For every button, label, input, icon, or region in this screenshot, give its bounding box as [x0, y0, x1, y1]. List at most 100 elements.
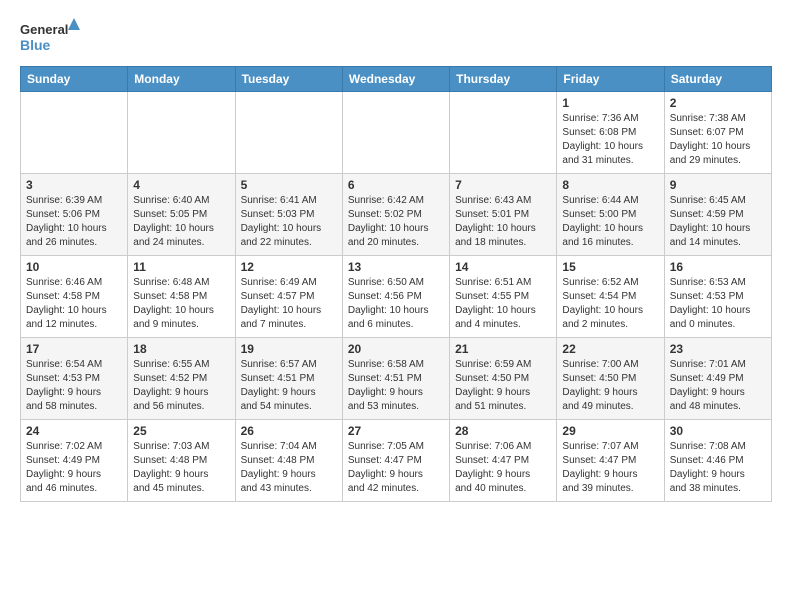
day-number: 13 [348, 260, 444, 274]
day-of-week-header: Tuesday [235, 67, 342, 92]
cell-info: Sunrise: 6:46 AM Sunset: 4:58 PM Dayligh… [26, 276, 122, 332]
calendar-cell [450, 92, 557, 174]
calendar-cell: 30Sunrise: 7:08 AM Sunset: 4:46 PM Dayli… [664, 420, 771, 502]
calendar-cell: 6Sunrise: 6:42 AM Sunset: 5:02 PM Daylig… [342, 174, 449, 256]
day-number: 25 [133, 424, 229, 438]
cell-info: Sunrise: 7:04 AM Sunset: 4:48 PM Dayligh… [241, 440, 337, 496]
calendar-week-row: 24 Sunrise: 7:02 AM Sunset: 4:49 PM Dayli… [21, 420, 772, 502]
day-number: 4 [133, 178, 229, 192]
calendar-cell: 27 Sunrise: 7:05 AM Sunset: 4:47 PM Dayli… [342, 420, 449, 502]
calendar-cell: 4 Sunrise: 6:40 AM Sunset: 5:05 PM Daylig… [128, 174, 235, 256]
calendar-cell: 20 Sunrise: 6:58 AM Sunset: 4:51 PM Dayli… [342, 338, 449, 420]
day-number: 1 [562, 96, 658, 110]
day-number: 14 [455, 260, 551, 274]
day-of-week-header: Sunday [21, 67, 128, 92]
calendar-week-row: 10 Sunrise: 6:46 AM Sunset: 4:58 PM Dayli… [21, 256, 772, 338]
calendar-cell: 13 Sunrise: 6:50 AM Sunset: 4:56 PM Dayli… [342, 256, 449, 338]
calendar-cell: 29Sunrise: 7:07 AM Sunset: 4:47 PM Dayli… [557, 420, 664, 502]
day-number: 30 [670, 424, 766, 438]
calendar-cell: 26Sunrise: 7:04 AM Sunset: 4:48 PM Dayli… [235, 420, 342, 502]
calendar-body: 1 Sunrise: 7:36 AM Sunset: 6:08 PM Daylig… [21, 92, 772, 502]
calendar-cell: 16 Sunrise: 6:53 AM Sunset: 4:53 PM Dayli… [664, 256, 771, 338]
calendar-cell: 22 Sunrise: 7:00 AM Sunset: 4:50 PM Dayli… [557, 338, 664, 420]
day-number: 15 [562, 260, 658, 274]
calendar-cell: 24 Sunrise: 7:02 AM Sunset: 4:49 PM Dayli… [21, 420, 128, 502]
day-of-week-header: Saturday [664, 67, 771, 92]
cell-info: Sunrise: 6:57 AM Sunset: 4:51 PM Dayligh… [241, 358, 337, 414]
svg-text:Blue: Blue [20, 37, 51, 53]
calendar-cell: 21 Sunrise: 6:59 AM Sunset: 4:50 PM Dayli… [450, 338, 557, 420]
calendar-cell: 2 Sunrise: 7:38 AM Sunset: 6:07 PM Daylig… [664, 92, 771, 174]
cell-info: Sunrise: 6:55 AM Sunset: 4:52 PM Dayligh… [133, 358, 229, 414]
calendar-cell [342, 92, 449, 174]
day-number: 8 [562, 178, 658, 192]
cell-info: Sunrise: 7:01 AM Sunset: 4:49 PM Dayligh… [670, 358, 766, 414]
calendar-header: SundayMondayTuesdayWednesdayThursdayFrid… [21, 67, 772, 92]
calendar-cell: 28Sunrise: 7:06 AM Sunset: 4:47 PM Dayli… [450, 420, 557, 502]
header: General Blue [20, 16, 772, 56]
day-of-week-header: Wednesday [342, 67, 449, 92]
day-number: 17 [26, 342, 122, 356]
day-number: 19 [241, 342, 337, 356]
calendar-cell: 14 Sunrise: 6:51 AM Sunset: 4:55 PM Dayli… [450, 256, 557, 338]
day-number: 12 [241, 260, 337, 274]
day-number: 18 [133, 342, 229, 356]
day-number: 27 [348, 424, 444, 438]
svg-text:General: General [20, 22, 68, 37]
day-number: 10 [26, 260, 122, 274]
day-of-week-header: Monday [128, 67, 235, 92]
cell-info: Sunrise: 7:36 AM Sunset: 6:08 PM Dayligh… [562, 112, 658, 168]
cell-info: Sunrise: 7:38 AM Sunset: 6:07 PM Dayligh… [670, 112, 766, 168]
calendar-cell [21, 92, 128, 174]
calendar-cell: 5Sunrise: 6:41 AM Sunset: 5:03 PM Daylig… [235, 174, 342, 256]
day-number: 21 [455, 342, 551, 356]
cell-info: Sunrise: 6:44 AM Sunset: 5:00 PM Dayligh… [562, 194, 658, 250]
day-number: 24 [26, 424, 122, 438]
cell-info: Sunrise: 7:00 AM Sunset: 4:50 PM Dayligh… [562, 358, 658, 414]
calendar-cell: 11Sunrise: 6:48 AM Sunset: 4:58 PM Dayli… [128, 256, 235, 338]
calendar-cell: 1 Sunrise: 7:36 AM Sunset: 6:08 PM Daylig… [557, 92, 664, 174]
cell-info: Sunrise: 6:45 AM Sunset: 4:59 PM Dayligh… [670, 194, 766, 250]
cell-info: Sunrise: 6:51 AM Sunset: 4:55 PM Dayligh… [455, 276, 551, 332]
calendar-cell: 9 Sunrise: 6:45 AM Sunset: 4:59 PM Daylig… [664, 174, 771, 256]
day-number: 9 [670, 178, 766, 192]
day-number: 20 [348, 342, 444, 356]
calendar-cell: 12 Sunrise: 6:49 AM Sunset: 4:57 PM Dayli… [235, 256, 342, 338]
calendar-week-row: 1 Sunrise: 7:36 AM Sunset: 6:08 PM Daylig… [21, 92, 772, 174]
logo: General Blue [20, 16, 80, 56]
day-number: 2 [670, 96, 766, 110]
calendar-cell: 25Sunrise: 7:03 AM Sunset: 4:48 PM Dayli… [128, 420, 235, 502]
cell-info: Sunrise: 6:53 AM Sunset: 4:53 PM Dayligh… [670, 276, 766, 332]
calendar-week-row: 17 Sunrise: 6:54 AM Sunset: 4:53 PM Dayli… [21, 338, 772, 420]
cell-info: Sunrise: 6:58 AM Sunset: 4:51 PM Dayligh… [348, 358, 444, 414]
cell-info: Sunrise: 7:05 AM Sunset: 4:47 PM Dayligh… [348, 440, 444, 496]
calendar-cell: 19 Sunrise: 6:57 AM Sunset: 4:51 PM Dayli… [235, 338, 342, 420]
day-number: 22 [562, 342, 658, 356]
cell-info: Sunrise: 6:59 AM Sunset: 4:50 PM Dayligh… [455, 358, 551, 414]
day-number: 16 [670, 260, 766, 274]
cell-info: Sunrise: 6:40 AM Sunset: 5:05 PM Dayligh… [133, 194, 229, 250]
cell-info: Sunrise: 6:52 AM Sunset: 4:54 PM Dayligh… [562, 276, 658, 332]
day-number: 3 [26, 178, 122, 192]
calendar-table: SundayMondayTuesdayWednesdayThursdayFrid… [20, 66, 772, 502]
cell-info: Sunrise: 6:50 AM Sunset: 4:56 PM Dayligh… [348, 276, 444, 332]
calendar-cell: 3 Sunrise: 6:39 AM Sunset: 5:06 PM Daylig… [21, 174, 128, 256]
day-number: 28 [455, 424, 551, 438]
page: General Blue SundayMondayTuesdayWednesda… [0, 0, 792, 518]
calendar-cell: 23Sunrise: 7:01 AM Sunset: 4:49 PM Dayli… [664, 338, 771, 420]
calendar-cell [128, 92, 235, 174]
calendar-cell: 17 Sunrise: 6:54 AM Sunset: 4:53 PM Dayli… [21, 338, 128, 420]
logo-icon: General Blue [20, 16, 80, 56]
calendar-week-row: 3 Sunrise: 6:39 AM Sunset: 5:06 PM Daylig… [21, 174, 772, 256]
calendar-cell [235, 92, 342, 174]
calendar-cell: 18 Sunrise: 6:55 AM Sunset: 4:52 PM Dayli… [128, 338, 235, 420]
cell-info: Sunrise: 7:07 AM Sunset: 4:47 PM Dayligh… [562, 440, 658, 496]
cell-info: Sunrise: 6:49 AM Sunset: 4:57 PM Dayligh… [241, 276, 337, 332]
day-number: 11 [133, 260, 229, 274]
cell-info: Sunrise: 7:02 AM Sunset: 4:49 PM Dayligh… [26, 440, 122, 496]
cell-info: Sunrise: 6:54 AM Sunset: 4:53 PM Dayligh… [26, 358, 122, 414]
cell-info: Sunrise: 6:43 AM Sunset: 5:01 PM Dayligh… [455, 194, 551, 250]
day-header-row: SundayMondayTuesdayWednesdayThursdayFrid… [21, 67, 772, 92]
cell-info: Sunrise: 6:42 AM Sunset: 5:02 PM Dayligh… [348, 194, 444, 250]
cell-info: Sunrise: 6:39 AM Sunset: 5:06 PM Dayligh… [26, 194, 122, 250]
